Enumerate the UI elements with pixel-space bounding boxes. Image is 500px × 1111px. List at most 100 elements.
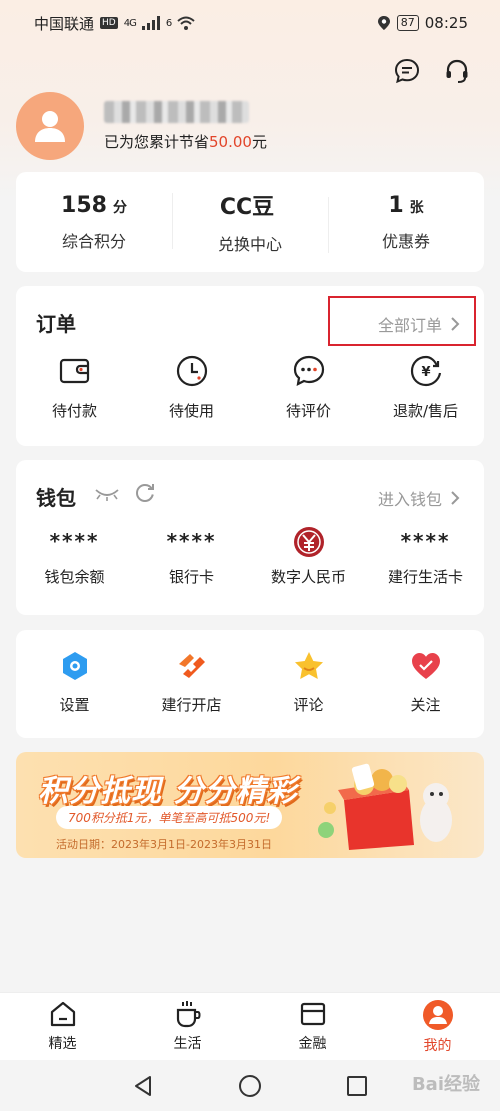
clock-time: 08:25 xyxy=(424,14,468,32)
svg-text:¥: ¥ xyxy=(421,365,430,380)
orders-card: 订单 全部订单 待付款 待使用 待评价 ¥ 退款/售后 xyxy=(16,286,484,446)
tab-featured[interactable]: 精选 xyxy=(0,993,125,1060)
header-actions xyxy=(392,56,472,86)
tab-life[interactable]: 生活 xyxy=(125,993,250,1060)
order-status-label: 待付款 xyxy=(51,402,97,420)
status-bar: 中国联通 HD 4G 6 87 08:25 xyxy=(0,0,500,46)
order-to-use[interactable]: 待使用 xyxy=(133,354,250,421)
masked-value: **** xyxy=(49,529,100,553)
order-status-label: 待评价 xyxy=(285,402,331,420)
star-icon xyxy=(294,652,323,679)
order-status-label: 退款/售后 xyxy=(392,402,459,420)
wallet-icon xyxy=(59,358,89,384)
tab-mine[interactable]: 我的 xyxy=(375,993,500,1060)
enter-wallet-link[interactable]: 进入钱包 xyxy=(378,486,460,510)
watermark: Bai经验 xyxy=(411,1074,480,1095)
avatar[interactable] xyxy=(16,92,84,160)
tool-reviews[interactable]: 评论 xyxy=(250,650,367,715)
coffee-icon xyxy=(176,1001,200,1028)
masked-value: **** xyxy=(166,529,217,553)
tab-label: 精选 xyxy=(48,1036,77,1052)
profile-text: 已为您累计节省50.00元 xyxy=(104,100,267,152)
network-type: 4G xyxy=(123,17,137,29)
settings-icon xyxy=(62,652,87,680)
wallet-balance[interactable]: **** 钱包余额 xyxy=(16,526,133,587)
tool-open-store[interactable]: 建行开店 xyxy=(133,650,250,715)
chevron-right-icon xyxy=(451,491,460,505)
headset-icon xyxy=(446,59,468,83)
username-blurred xyxy=(104,100,249,123)
banner-subtitle: 700积分抵1元，单笔至高可抵500元! xyxy=(56,806,283,829)
order-to-review[interactable]: 待评价 xyxy=(250,354,367,421)
masked-value: **** xyxy=(400,529,451,553)
stat-points[interactable]: 158 分 综合积分 xyxy=(16,193,172,252)
stat-value: 158 xyxy=(61,192,107,218)
promo-banner[interactable]: 积分抵现 分分精彩 700积分抵1元，单笔至高可抵500元! 活动日期：2023… xyxy=(16,752,484,858)
highlight-box xyxy=(328,296,476,346)
tab-finance[interactable]: 金融 xyxy=(250,993,375,1060)
stat-unit: 分 xyxy=(112,199,127,216)
order-refund[interactable]: ¥ 退款/售后 xyxy=(367,354,484,421)
tool-label: 建行开店 xyxy=(161,696,222,714)
refresh-icon[interactable] xyxy=(134,482,156,504)
hd-badge: HD xyxy=(100,17,118,29)
bottom-tab-bar: 精选 生活 金融 我的 xyxy=(0,992,500,1060)
tab-label: 我的 xyxy=(423,1038,452,1054)
tool-settings[interactable]: 设置 xyxy=(16,650,133,715)
stat-unit: 张 xyxy=(409,199,424,216)
stat-value: CC豆 xyxy=(219,195,275,220)
wallet-digital-rmb[interactable]: 数字人民币 xyxy=(250,526,367,587)
message-icon xyxy=(394,58,420,84)
location-icon xyxy=(377,16,390,30)
customer-service-button[interactable] xyxy=(442,56,472,86)
enter-wallet-label: 进入钱包 xyxy=(377,490,442,509)
savings-suffix: 元 xyxy=(251,132,267,151)
banner-date: 活动日期：2023年3月1日-2023年3月31日 xyxy=(56,838,272,851)
status-left: 中国联通 HD 4G 6 xyxy=(34,13,195,34)
recent-apps-icon[interactable] xyxy=(346,1075,368,1097)
savings-amount: 50.00 xyxy=(209,132,252,151)
status-right: 87 08:25 xyxy=(377,14,468,32)
savings-prefix: 已为您累计节省 xyxy=(104,132,210,151)
tab-label: 生活 xyxy=(173,1036,202,1052)
home-icon xyxy=(50,1001,75,1027)
carrier-name: 中国联通 xyxy=(34,14,95,33)
chat-dots-icon xyxy=(293,355,324,386)
banner-title: 积分抵现 分分精彩 xyxy=(38,774,298,809)
wallet-bank-card[interactable]: **** 银行卡 xyxy=(133,526,250,587)
card-icon xyxy=(300,1002,325,1026)
profile-header: 已为您累计节省50.00元 xyxy=(16,92,267,160)
back-icon[interactable] xyxy=(132,1074,154,1098)
stat-label: 兑换中心 xyxy=(217,235,282,254)
digital-rmb-icon xyxy=(293,527,324,557)
profile-icon xyxy=(422,1000,453,1030)
stat-exchange[interactable]: CC豆 兑换中心 xyxy=(172,189,328,255)
gift-box-illustration xyxy=(318,763,452,850)
battery-indicator: 87 xyxy=(396,15,419,31)
home-circle-icon[interactable] xyxy=(238,1074,262,1098)
eye-closed-icon[interactable] xyxy=(94,486,120,502)
order-pending-payment[interactable]: 待付款 xyxy=(16,354,133,421)
wallet-card: 钱包 进入钱包 **** 钱包余额 **** 银行卡 数字人民币 **** 建行… xyxy=(16,460,484,615)
tools-card: 设置 建行开店 评论 关注 xyxy=(16,630,484,738)
user-icon xyxy=(35,111,65,142)
stat-label: 优惠券 xyxy=(381,231,430,251)
tool-following[interactable]: 关注 xyxy=(367,650,484,715)
order-status-row: 待付款 待使用 待评价 ¥ 退款/售后 xyxy=(16,354,484,421)
heart-icon xyxy=(411,653,440,679)
refund-icon: ¥ xyxy=(410,355,441,387)
clock-icon xyxy=(176,355,207,387)
order-status-label: 待使用 xyxy=(168,402,214,420)
wallet-item-label: 钱包余额 xyxy=(44,568,105,586)
wallet-life-card[interactable]: **** 建行生活卡 xyxy=(367,526,484,587)
tool-label: 设置 xyxy=(59,696,90,714)
wallet-items-row: **** 钱包余额 **** 银行卡 数字人民币 **** 建行生活卡 xyxy=(16,526,484,587)
savings-text: 已为您累计节省50.00元 xyxy=(104,131,267,152)
tool-label: 关注 xyxy=(410,696,441,714)
stat-coupons[interactable]: 1张 优惠券 xyxy=(328,193,484,253)
wallet-item-label: 银行卡 xyxy=(168,568,214,586)
stats-card: 158 分 综合积分 CC豆 兑换中心 1张 优惠券 xyxy=(16,172,484,272)
tools-row: 设置 建行开店 评论 关注 xyxy=(16,650,484,715)
message-button[interactable] xyxy=(392,56,422,86)
stat-label: 综合积分 xyxy=(61,231,126,251)
